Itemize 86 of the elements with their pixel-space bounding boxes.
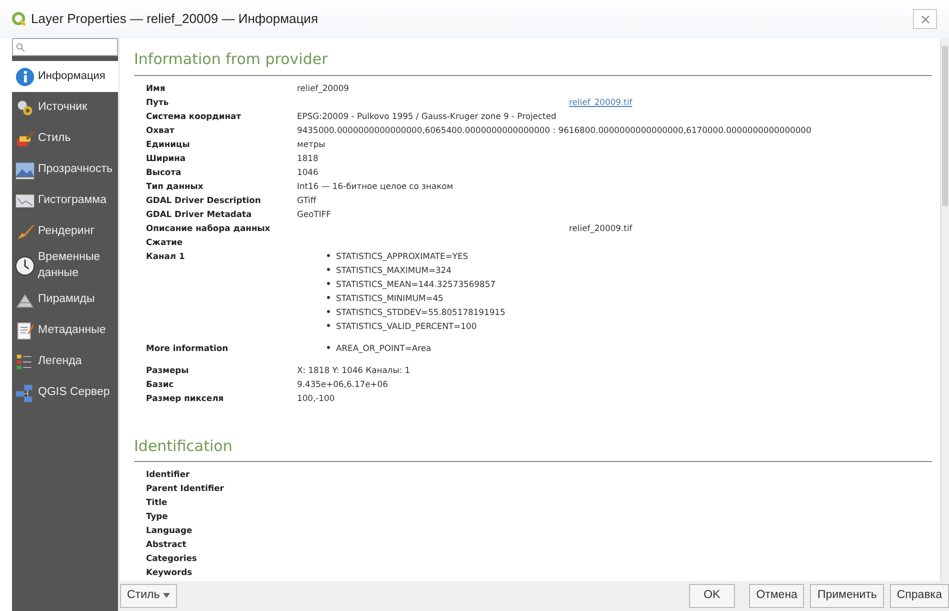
field-value: 1046 [297,166,318,176]
field-label: Language [146,524,194,537]
sidebar-item[interactable]: Источник [12,92,118,123]
bullet-icon [327,254,330,257]
field-label: Описание набора данных [146,222,272,234]
field-label: Тип данных [146,180,204,192]
field-label: Parent Identifier [146,482,225,495]
field-label: Categories [146,552,198,565]
brush-icon [15,128,35,148]
field-value: GeoTIFF [297,208,331,218]
dialog-button[interactable]: Отмена [749,584,804,608]
clock-icon [15,256,35,276]
sidebar-item[interactable]: Стиль [12,123,118,154]
sidebar-item[interactable]: Временные данные [12,247,118,284]
field-label: Title [146,496,168,509]
field-label: Высота [146,166,182,178]
field-label: Размеры [146,364,190,376]
search-icon [16,42,25,52]
field-value: 9435000.0000000000000000,6065400.0000000000000000 : 9616800.0000000000000000,6170000.0000000000000000 [297,124,812,134]
field-label: Type [146,510,169,523]
field-label: Единицы [146,138,191,150]
field-label: GDAL Driver Description [146,194,262,206]
section-heading: Identification [134,434,932,462]
dialog-button[interactable]: Применить [810,584,884,608]
file-link[interactable]: relief_20009.tif [569,96,632,106]
bullet-icon [327,324,330,327]
sidebar-item[interactable]: Рендеринг [12,216,118,247]
list-item: STATISTICS_STDDEV=55.805178191915 [336,306,506,318]
field-value: 1818 [297,152,318,162]
close-icon [920,14,930,24]
list-item: AREA_OR_POINT=Area [336,342,432,354]
field-value: EPSG:20009 - Pulkovo 1995 / Gauss-Kruger zone 9 - Projected [297,110,556,120]
field-label: Abstract [146,538,188,551]
field-label: Сжатие [146,236,184,248]
field-value: метры [297,138,326,148]
close-button[interactable] [913,9,937,29]
field-label: GDAL Driver Metadata [146,208,253,220]
list-item: STATISTICS_MAXIMUM=324 [336,264,452,276]
field-value: relief_20009.tif [569,222,632,232]
bullet-icon [327,268,330,271]
field-label: Базис [146,378,175,390]
field-value: 100,-100 [297,392,335,402]
field-label: Ширина [146,152,187,164]
bullet-icon [327,282,330,285]
list-item: STATISTICS_MINIMUM=45 [336,292,444,304]
list-item: STATISTICS_MEAN=144.32573569857 [336,278,496,290]
scrollbar[interactable] [940,38,949,581]
bullet-icon [327,310,330,313]
search-field[interactable] [12,38,118,56]
field-label: Имя [146,82,166,94]
list-item: STATISTICS_VALID_PERCENT=100 [336,320,477,332]
bullet-icon [327,346,330,349]
dialog-button[interactable]: OK [688,584,736,608]
field-label: More information [146,342,230,354]
gears-icon [15,98,35,118]
sidebar-item[interactable]: Гистограмма [12,185,118,216]
app-logo-icon [12,12,27,26]
field-value: GTiff [297,194,316,204]
dialog-button[interactable]: Справка [890,584,949,608]
image-icon [15,160,35,180]
field-label: Keywords [146,566,194,579]
sidebar-item[interactable]: Прозрачность [12,154,118,185]
field-value: relief_20009 [297,82,349,92]
info-icon [15,66,35,86]
field-label: Охват [146,124,176,136]
bullet-icon [327,296,330,299]
field-label: Канал 1 [146,250,186,262]
field-label: Размер пикселя [146,392,225,404]
sidebar-item[interactable]: Пирамиды [12,284,118,316]
field-value: 9.435e+06,6.17e+06 [297,378,388,388]
field-value: Int16 — 16-битное целое со знаком [297,180,454,190]
list-item: STATISTICS_APPROXIMATE=YES [336,250,468,262]
style-dropdown[interactable]: Стиль [120,584,177,608]
sidebar-item[interactable]: Информация [12,61,118,92]
field-label: Система координат [146,110,242,122]
field-value: X: 1818 Y: 1046 Каналы: 1 [297,364,410,374]
caret-icon [162,592,170,598]
network-icon [15,382,35,403]
window-title: Layer Properties — relief_20009 — Информация [31,10,318,28]
field-label: Identifier [146,468,191,481]
section-heading: Information from provider [134,48,932,76]
document-icon [15,320,35,341]
sidebar-item[interactable]: Легенда [12,346,118,378]
sidebar-item[interactable]: QGIS Сервер [12,377,118,408]
sidebar-item[interactable]: Метаданные [12,315,118,346]
field-label: Путь [146,96,170,108]
